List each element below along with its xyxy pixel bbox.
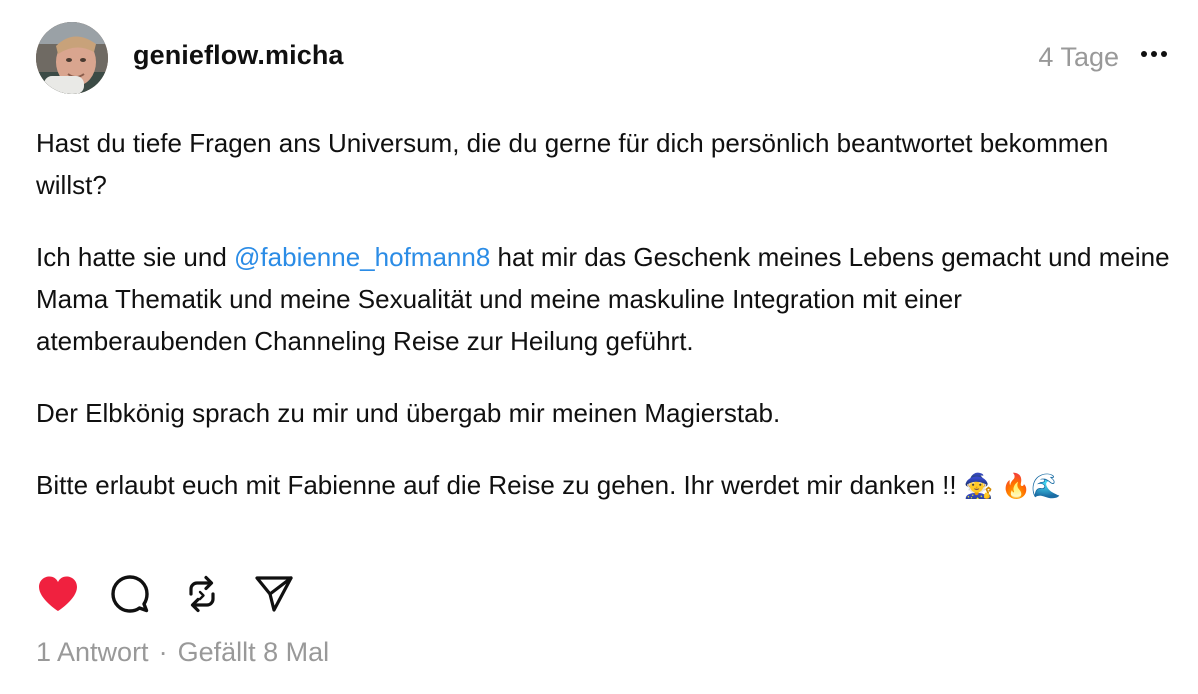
post-text: Hast du tiefe Fragen ans Universum, die …	[36, 128, 1109, 200]
post-text: Ich hatte sie und	[36, 242, 235, 272]
username[interactable]: genieflow.micha	[133, 40, 344, 71]
mention-link[interactable]: @fabienne_hofmann8	[234, 242, 490, 272]
comment-icon	[111, 575, 149, 613]
post-text: Bitte erlaubt euch mit Fabienne auf die …	[36, 470, 964, 500]
repost-icon	[189, 575, 215, 613]
stats-separator: ·	[158, 637, 168, 667]
likes-count-link[interactable]: Gefällt 8 Mal	[178, 637, 330, 667]
post-paragraph-3: Der Elbkönig sprach zu mir und übergab m…	[36, 392, 1176, 434]
post-paragraph-2: Ich hatte sie und @fabienne_hofmann8 hat…	[36, 236, 1176, 362]
comment-button[interactable]	[108, 572, 152, 616]
like-button[interactable]	[36, 572, 80, 616]
send-icon	[255, 576, 293, 612]
post-body: Hast du tiefe Fragen ans Universum, die …	[36, 122, 1176, 537]
repost-button[interactable]	[180, 572, 224, 616]
heart-icon	[39, 576, 77, 611]
emoji-sequence: 🧙 🔥🌊	[963, 472, 1062, 500]
post-paragraph-1: Hast du tiefe Fragen ans Universum, die …	[36, 122, 1176, 206]
post-timestamp[interactable]: 4 Tage	[1038, 42, 1119, 73]
replies-count-link[interactable]: 1 Antwort	[36, 637, 149, 667]
post-text: Der Elbkönig sprach zu mir und übergab m…	[36, 398, 781, 428]
more-options-button[interactable]	[1134, 34, 1174, 74]
post-stats: 1 Antwort · Gefällt 8 Mal	[36, 637, 329, 668]
post-paragraph-4: Bitte erlaubt euch mit Fabienne auf die …	[36, 464, 1176, 507]
avatar[interactable]	[36, 22, 108, 94]
more-horizontal-icon	[1141, 51, 1167, 57]
action-bar	[36, 572, 324, 616]
share-button[interactable]	[252, 572, 296, 616]
avatar-image	[36, 22, 108, 94]
